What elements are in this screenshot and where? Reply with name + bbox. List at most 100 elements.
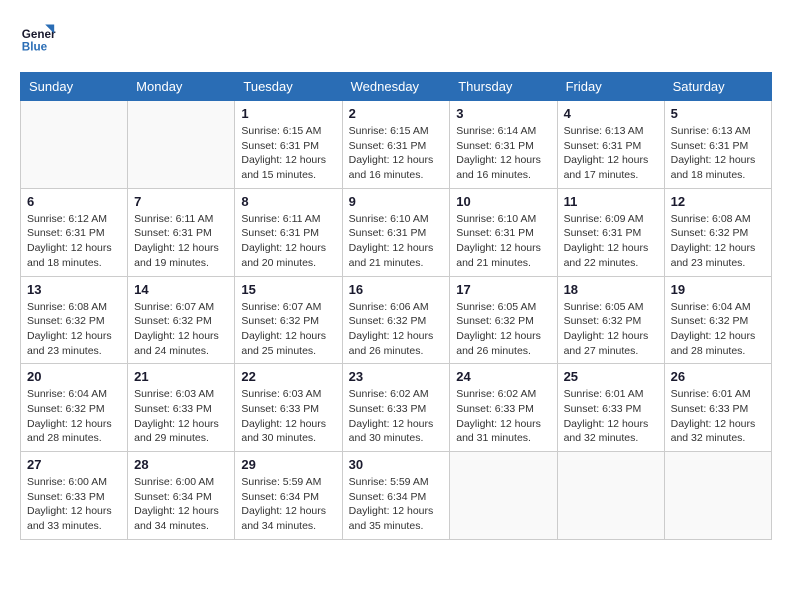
calendar-cell: 24 Sunrise: 6:02 AMSunset: 6:33 PMDayligh… [450,364,557,452]
day-info: Sunrise: 6:14 AMSunset: 6:31 PMDaylight:… [456,124,550,183]
day-info: Sunrise: 6:10 AMSunset: 6:31 PMDaylight:… [456,212,550,271]
calendar-cell: 12 Sunrise: 6:08 AMSunset: 6:32 PMDayligh… [664,188,771,276]
weekday-header-friday: Friday [557,73,664,101]
calendar-cell: 25Sunrise: 6:01 AMSunset: 6:33 PMDayligh… [557,364,664,452]
day-number: 24 [456,369,550,384]
logo: General Blue [20,20,56,56]
weekday-header-row: SundayMondayTuesdayWednesdayThursdayFrid… [21,73,772,101]
day-info: Sunrise: 5:59 AMSunset: 6:34 PMDaylight:… [241,475,335,534]
calendar-cell: 4 Sunrise: 6:13 AMSunset: 6:31 PMDaylight… [557,101,664,189]
day-number: 16 [349,282,444,297]
calendar-cell: 20 Sunrise: 6:04 AMSunset: 6:32 PMDayligh… [21,364,128,452]
calendar-cell: 19Sunrise: 6:04 AMSunset: 6:32 PMDayligh… [664,276,771,364]
day-number: 21 [134,369,228,384]
calendar-table: SundayMondayTuesdayWednesdayThursdayFrid… [20,72,772,540]
day-info: Sunrise: 6:08 AMSunset: 6:32 PMDaylight:… [27,300,121,359]
day-info: Sunrise: 6:00 AMSunset: 6:33 PMDaylight:… [27,475,121,534]
day-info: Sunrise: 6:07 AMSunset: 6:32 PMDaylight:… [134,300,228,359]
day-info: Sunrise: 6:03 AMSunset: 6:33 PMDaylight:… [241,387,335,446]
day-number: 11 [564,194,658,209]
calendar-cell [128,101,235,189]
day-number: 26 [671,369,765,384]
calendar-cell: 21 Sunrise: 6:03 AMSunset: 6:33 PMDayligh… [128,364,235,452]
day-info: Sunrise: 6:00 AMSunset: 6:34 PMDaylight:… [134,475,228,534]
calendar-cell: 29 Sunrise: 5:59 AMSunset: 6:34 PMDayligh… [235,452,342,540]
calendar-cell [557,452,664,540]
day-info: Sunrise: 6:08 AMSunset: 6:32 PMDaylight:… [671,212,765,271]
day-number: 6 [27,194,121,209]
calendar-cell: 22 Sunrise: 6:03 AMSunset: 6:33 PMDayligh… [235,364,342,452]
calendar-week-row: 27 Sunrise: 6:00 AMSunset: 6:33 PMDayligh… [21,452,772,540]
day-info: Sunrise: 6:13 AMSunset: 6:31 PMDaylight:… [564,124,658,183]
calendar-cell: 15 Sunrise: 6:07 AMSunset: 6:32 PMDayligh… [235,276,342,364]
day-number: 29 [241,457,335,472]
day-number: 3 [456,106,550,121]
day-number: 5 [671,106,765,121]
calendar-cell: 5 Sunrise: 6:13 AMSunset: 6:31 PMDaylight… [664,101,771,189]
calendar-cell [664,452,771,540]
weekday-header-tuesday: Tuesday [235,73,342,101]
calendar-cell: 16 Sunrise: 6:06 AMSunset: 6:32 PMDayligh… [342,276,450,364]
page-header: General Blue [20,20,772,56]
calendar-week-row: 13Sunrise: 6:08 AMSunset: 6:32 PMDayligh… [21,276,772,364]
day-number: 15 [241,282,335,297]
day-info: Sunrise: 6:02 AMSunset: 6:33 PMDaylight:… [456,387,550,446]
day-number: 28 [134,457,228,472]
day-info: Sunrise: 6:12 AMSunset: 6:31 PMDaylight:… [27,212,121,271]
day-info: Sunrise: 6:05 AMSunset: 6:32 PMDaylight:… [564,300,658,359]
day-info: Sunrise: 6:04 AMSunset: 6:32 PMDaylight:… [671,300,765,359]
day-number: 7 [134,194,228,209]
calendar-cell: 3 Sunrise: 6:14 AMSunset: 6:31 PMDaylight… [450,101,557,189]
calendar-cell: 26 Sunrise: 6:01 AMSunset: 6:33 PMDayligh… [664,364,771,452]
weekday-header-saturday: Saturday [664,73,771,101]
weekday-header-monday: Monday [128,73,235,101]
calendar-cell: 13Sunrise: 6:08 AMSunset: 6:32 PMDayligh… [21,276,128,364]
day-info: Sunrise: 6:04 AMSunset: 6:32 PMDaylight:… [27,387,121,446]
day-number: 23 [349,369,444,384]
day-info: Sunrise: 6:03 AMSunset: 6:33 PMDaylight:… [134,387,228,446]
calendar-cell: 10Sunrise: 6:10 AMSunset: 6:31 PMDayligh… [450,188,557,276]
day-info: Sunrise: 6:10 AMSunset: 6:31 PMDaylight:… [349,212,444,271]
calendar-week-row: 1Sunrise: 6:15 AMSunset: 6:31 PMDaylight… [21,101,772,189]
calendar-cell: 2Sunrise: 6:15 AMSunset: 6:31 PMDaylight… [342,101,450,189]
calendar-cell: 23Sunrise: 6:02 AMSunset: 6:33 PMDayligh… [342,364,450,452]
day-info: Sunrise: 6:13 AMSunset: 6:31 PMDaylight:… [671,124,765,183]
calendar-cell: 27 Sunrise: 6:00 AMSunset: 6:33 PMDayligh… [21,452,128,540]
day-info: Sunrise: 6:15 AMSunset: 6:31 PMDaylight:… [241,124,335,183]
calendar-cell: 14Sunrise: 6:07 AMSunset: 6:32 PMDayligh… [128,276,235,364]
calendar-cell: 6 Sunrise: 6:12 AMSunset: 6:31 PMDaylight… [21,188,128,276]
day-number: 25 [564,369,658,384]
weekday-header-sunday: Sunday [21,73,128,101]
day-info: Sunrise: 6:11 AMSunset: 6:31 PMDaylight:… [134,212,228,271]
day-info: Sunrise: 6:11 AMSunset: 6:31 PMDaylight:… [241,212,335,271]
calendar-week-row: 6 Sunrise: 6:12 AMSunset: 6:31 PMDaylight… [21,188,772,276]
calendar-cell: 18Sunrise: 6:05 AMSunset: 6:32 PMDayligh… [557,276,664,364]
day-info: Sunrise: 6:01 AMSunset: 6:33 PMDaylight:… [671,387,765,446]
calendar-week-row: 20 Sunrise: 6:04 AMSunset: 6:32 PMDayligh… [21,364,772,452]
svg-text:Blue: Blue [22,41,48,54]
day-number: 17 [456,282,550,297]
day-info: Sunrise: 6:05 AMSunset: 6:32 PMDaylight:… [456,300,550,359]
day-info: Sunrise: 6:06 AMSunset: 6:32 PMDaylight:… [349,300,444,359]
day-number: 2 [349,106,444,121]
calendar-cell: 30 Sunrise: 5:59 AMSunset: 6:34 PMDayligh… [342,452,450,540]
calendar-cell [450,452,557,540]
weekday-header-thursday: Thursday [450,73,557,101]
day-number: 27 [27,457,121,472]
day-number: 30 [349,457,444,472]
calendar-cell: 8 Sunrise: 6:11 AMSunset: 6:31 PMDaylight… [235,188,342,276]
calendar-cell: 9Sunrise: 6:10 AMSunset: 6:31 PMDaylight… [342,188,450,276]
day-info: Sunrise: 6:09 AMSunset: 6:31 PMDaylight:… [564,212,658,271]
calendar-cell: 11 Sunrise: 6:09 AMSunset: 6:31 PMDayligh… [557,188,664,276]
day-info: Sunrise: 5:59 AMSunset: 6:34 PMDaylight:… [349,475,444,534]
day-number: 20 [27,369,121,384]
logo-icon: General Blue [20,20,56,56]
day-number: 22 [241,369,335,384]
day-number: 12 [671,194,765,209]
calendar-cell [21,101,128,189]
calendar-cell: 28 Sunrise: 6:00 AMSunset: 6:34 PMDayligh… [128,452,235,540]
day-info: Sunrise: 6:07 AMSunset: 6:32 PMDaylight:… [241,300,335,359]
day-number: 8 [241,194,335,209]
calendar-cell: 1Sunrise: 6:15 AMSunset: 6:31 PMDaylight… [235,101,342,189]
day-number: 4 [564,106,658,121]
